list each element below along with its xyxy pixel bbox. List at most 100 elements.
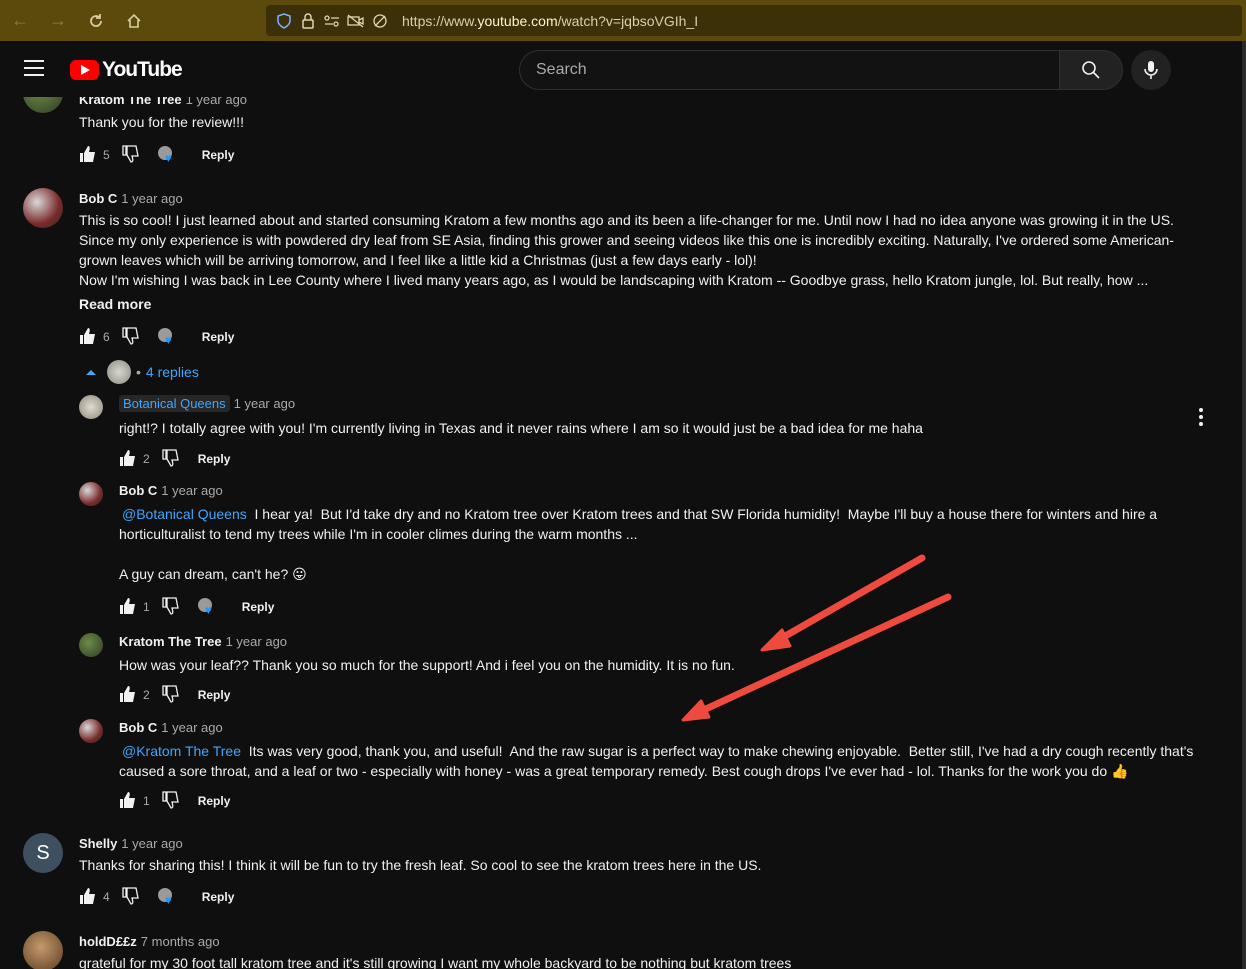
comment-text: Thank you for the review!!!: [79, 114, 244, 130]
home-icon[interactable]: [116, 3, 152, 39]
camera-blocked-icon[interactable]: [346, 13, 366, 28]
scrollbar[interactable]: [1242, 41, 1246, 969]
reply-button[interactable]: Reply: [202, 148, 235, 162]
comment-text: grateful for my 30 foot tall kratom tree…: [79, 955, 792, 969]
reply-author[interactable]: Bob C: [119, 483, 157, 498]
search-button[interactable]: [1059, 50, 1123, 90]
reply-button[interactable]: Reply: [242, 600, 275, 614]
comment-meta: Bob C 1 year ago: [79, 191, 183, 206]
reply-meta: Bob C 1 year ago: [119, 483, 223, 498]
like-icon[interactable]: [119, 449, 137, 470]
reply-line: I hear ya! But I'd take dry and no Krato…: [246, 506, 1158, 522]
reply-actions: 1 ♥ Reply: [119, 595, 274, 619]
avatar[interactable]: [79, 719, 103, 743]
logo-text: YouTube: [102, 58, 183, 81]
reply-text: @Botanical Queens I hear ya! But I'd tak…: [119, 504, 1199, 584]
like-icon[interactable]: [119, 597, 137, 618]
avatar[interactable]: [23, 97, 63, 113]
comment-line: Now I'm wishing I was back in Lee County…: [79, 272, 1149, 288]
avatar-letter: S: [36, 841, 50, 864]
address-bar[interactable]: https://www.youtube.com/watch?v=jqbsoVGI…: [266, 5, 1242, 36]
comment-time[interactable]: 7 months ago: [141, 934, 220, 949]
lock-icon[interactable]: [298, 12, 318, 29]
like-icon[interactable]: [79, 327, 97, 348]
creator-heart-icon: ♥: [157, 328, 176, 346]
avatar[interactable]: [23, 188, 63, 228]
avatar[interactable]: [23, 931, 63, 969]
reply-line: horticulturalist to tend my trees while …: [119, 526, 638, 542]
reply-author[interactable]: Bob C: [119, 720, 157, 735]
read-more-button[interactable]: Read more: [79, 296, 151, 312]
reply-time[interactable]: 1 year ago: [161, 720, 222, 735]
permissions-icon[interactable]: [322, 14, 342, 28]
reload-icon[interactable]: [78, 3, 114, 39]
url-path: /watch?v=jqbsoVGIh_I: [557, 12, 699, 29]
comment-meta: Shelly 1 year ago: [79, 836, 183, 851]
tracking-blocked-icon[interactable]: [370, 13, 390, 29]
reply-time[interactable]: 1 year ago: [226, 634, 287, 649]
reply-meta: Bob C 1 year ago: [119, 720, 223, 735]
reply-line: Its was very good, thank you, and useful…: [241, 743, 1194, 759]
microphone-icon: [1144, 61, 1158, 79]
like-icon[interactable]: [119, 791, 137, 812]
reply-line: A guy can dream, can't he? 😛: [119, 566, 307, 582]
reply-button[interactable]: Reply: [202, 890, 235, 904]
creator-avatar: [107, 360, 131, 384]
replies-count-label: 4 replies: [145, 364, 199, 380]
reply-actions: 2 Reply: [119, 447, 230, 471]
back-icon[interactable]: ←: [2, 3, 38, 39]
reply-meta: Kratom The Tree 1 year ago: [119, 634, 287, 649]
dislike-icon[interactable]: [162, 684, 180, 706]
more-options-icon[interactable]: [1199, 408, 1203, 429]
comment-time[interactable]: 1 year ago: [121, 191, 182, 206]
search-placeholder: Search: [536, 61, 587, 78]
dislike-icon[interactable]: [122, 144, 140, 166]
reply-text: right!? I totally agree with you! I'm cu…: [119, 420, 923, 436]
reply-button[interactable]: Reply: [198, 794, 231, 808]
comment-author[interactable]: Bob C: [79, 191, 117, 206]
dislike-icon[interactable]: [122, 326, 140, 348]
comment-author[interactable]: Kratom The Tree: [79, 97, 182, 107]
reply-line: caused a sore throat, and a leaf or two …: [119, 763, 1129, 779]
reply-button[interactable]: Reply: [198, 452, 231, 466]
like-icon[interactable]: [79, 887, 97, 908]
comment-time[interactable]: 1 year ago: [121, 836, 182, 851]
reply-time[interactable]: 1 year ago: [234, 396, 295, 411]
comment-author[interactable]: holdD££z: [79, 934, 137, 949]
avatar[interactable]: [79, 633, 103, 657]
like-count: 5: [103, 148, 110, 162]
mention-link[interactable]: @Kratom The Tree: [122, 743, 241, 759]
dislike-icon[interactable]: [162, 448, 180, 470]
reply-button[interactable]: Reply: [198, 688, 231, 702]
comment-actions: 6 ♥ Reply: [79, 325, 234, 349]
search-icon: [1082, 61, 1100, 79]
reply-author[interactable]: Kratom The Tree: [119, 634, 222, 649]
browser-toolbar: ← → https://www.youtube.com/watch?v=jqbs…: [0, 0, 1246, 41]
dislike-icon[interactable]: [122, 886, 140, 908]
like-count: 4: [103, 890, 110, 904]
voice-search-button[interactable]: [1131, 50, 1171, 90]
forward-icon[interactable]: →: [40, 3, 76, 39]
avatar[interactable]: [79, 482, 103, 506]
comment-time[interactable]: 1 year ago: [186, 97, 247, 107]
youtube-logo[interactable]: YouTube: [70, 58, 183, 82]
search-input[interactable]: Search: [519, 50, 1060, 90]
avatar[interactable]: [79, 395, 103, 419]
creator-heart-icon: ♥: [197, 598, 216, 616]
reply-actions: 2 Reply: [119, 683, 230, 707]
dislike-icon[interactable]: [162, 790, 180, 812]
replies-toggle[interactable]: • 4 replies: [84, 360, 199, 384]
shield-icon[interactable]: [274, 12, 294, 29]
dislike-icon[interactable]: [162, 596, 180, 618]
reply-button[interactable]: Reply: [202, 330, 235, 344]
mention-link[interactable]: @Botanical Queens: [122, 506, 247, 522]
like-icon[interactable]: [79, 145, 97, 166]
avatar[interactable]: S: [23, 833, 63, 873]
reply-text: @Kratom The Tree Its was very good, than…: [119, 741, 1199, 781]
like-count: 2: [143, 452, 150, 466]
creator-chip[interactable]: Botanical Queens: [119, 395, 230, 412]
comment-author[interactable]: Shelly: [79, 836, 117, 851]
menu-icon[interactable]: [24, 60, 44, 76]
like-icon[interactable]: [119, 685, 137, 706]
reply-time[interactable]: 1 year ago: [161, 483, 222, 498]
